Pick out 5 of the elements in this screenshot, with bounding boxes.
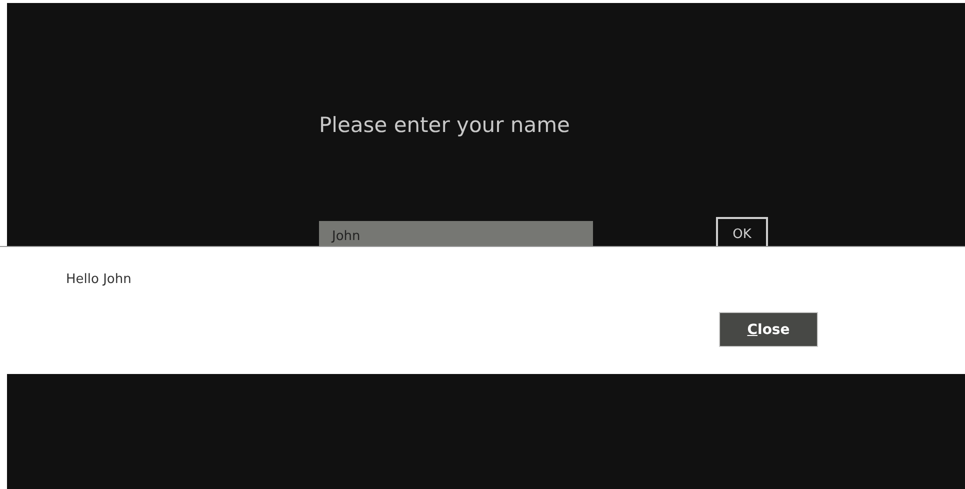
ok-button[interactable]: OK [716, 217, 768, 246]
close-button[interactable]: Close [719, 312, 818, 347]
prompt-title: Please enter your name [319, 112, 571, 139]
dialog-message: Hello John [66, 271, 132, 289]
name-input-field[interactable]: John [319, 221, 593, 246]
